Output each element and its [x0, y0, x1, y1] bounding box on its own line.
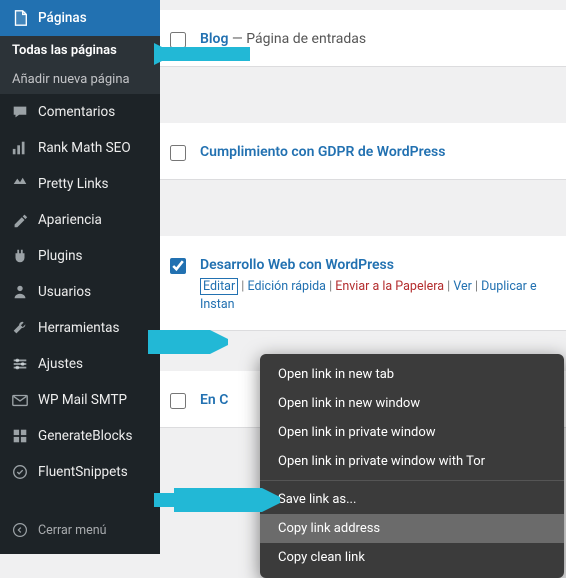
table-row: Desarrollo Web con WordPress Editar | Ed…: [160, 236, 566, 331]
menu-wpmail-label: WP Mail SMTP: [38, 392, 127, 408]
ctx-copyclean[interactable]: Copy clean link: [260, 543, 564, 572]
ctx-newtab[interactable]: Open link in new tab: [260, 360, 564, 389]
menu-plugins-label: Plugins: [38, 248, 83, 264]
action-ver[interactable]: Ver: [453, 279, 472, 294]
row-checkbox[interactable]: [170, 258, 186, 274]
annotation-arrow: [150, 488, 280, 512]
users-icon: [10, 282, 30, 302]
row-checkbox[interactable]: [170, 145, 186, 161]
menu-wpmail[interactable]: WP Mail SMTP: [0, 382, 160, 418]
mail-icon: [10, 390, 30, 410]
action-instan[interactable]: Instan: [200, 297, 235, 312]
table-row: Cumplimiento con GDPR de WordPress: [160, 123, 566, 180]
menu-ajustes[interactable]: Ajustes: [0, 346, 160, 382]
menu-herramientas[interactable]: Herramientas: [0, 310, 160, 346]
annotation-arrow: [154, 42, 254, 66]
menu-ajustes-label: Ajustes: [38, 356, 83, 372]
menu-paginas-label: Páginas: [38, 10, 87, 26]
submenu-anadir[interactable]: Añadir nueva página: [0, 65, 160, 94]
tools-icon: [10, 318, 30, 338]
plugins-icon: [10, 246, 30, 266]
row-actions: Editar | Edición rápida | Enviar a la Pa…: [200, 279, 554, 312]
submenu-paginas: Todas las páginas Añadir nueva página: [0, 36, 160, 94]
row-checkbox[interactable]: [170, 393, 186, 409]
page-title-link[interactable]: Cumplimiento con GDPR de WordPress: [200, 144, 445, 160]
menu-rankmath[interactable]: Rank Math SEO: [0, 130, 160, 166]
action-duplicar[interactable]: Duplicar e: [481, 279, 537, 294]
ctx-privatetor[interactable]: Open link in private window with Tor: [260, 447, 564, 476]
menu-prettylinks-label: Pretty Links: [38, 176, 109, 192]
page-title-link[interactable]: Desarrollo Web con WordPress: [200, 257, 394, 273]
menu-cerrar[interactable]: Cerrar menú: [0, 512, 160, 548]
menu-prettylinks[interactable]: Pretty Links: [0, 166, 160, 202]
menu-apariencia-label: Apariencia: [38, 212, 102, 228]
admin-sidebar: Páginas Todas las páginas Añadir nueva p…: [0, 0, 160, 554]
annotation-arrow: [148, 330, 228, 354]
menu-paginas[interactable]: Páginas: [0, 0, 160, 36]
menu-comentarios-label: Comentarios: [38, 104, 115, 120]
menu-generateblocks[interactable]: GenerateBlocks: [0, 418, 160, 454]
action-papelera[interactable]: Enviar a la Papelera: [335, 279, 444, 294]
ctx-private[interactable]: Open link in private window: [260, 418, 564, 447]
settings-icon: [10, 354, 30, 374]
menu-cerrar-label: Cerrar menú: [38, 523, 107, 538]
menu-rankmath-label: Rank Math SEO: [38, 140, 131, 156]
fluentsnippets-icon: [10, 462, 30, 482]
generateblocks-icon: [10, 426, 30, 446]
page-title-link[interactable]: En C: [200, 392, 228, 408]
action-rapida[interactable]: Edición rápida: [247, 279, 326, 294]
ctx-newwin[interactable]: Open link in new window: [260, 389, 564, 418]
appearance-icon: [10, 210, 30, 230]
menu-fluentsnippets[interactable]: FluentSnippets: [0, 454, 160, 490]
menu-herramientas-label: Herramientas: [38, 320, 119, 336]
menu-generateblocks-label: GenerateBlocks: [38, 428, 132, 444]
menu-plugins[interactable]: Plugins: [0, 238, 160, 274]
prettylinks-icon: [10, 174, 30, 194]
menu-comentarios[interactable]: Comentarios: [0, 94, 160, 130]
comments-icon: [10, 102, 30, 122]
menu-usuarios-label: Usuarios: [38, 284, 91, 300]
context-menu: Open link in new tab Open link in new wi…: [260, 354, 564, 578]
ctx-saveas[interactable]: Save link as...: [260, 485, 564, 514]
action-editar[interactable]: Editar: [200, 278, 238, 295]
pages-icon: [10, 8, 30, 28]
menu-apariencia[interactable]: Apariencia: [0, 202, 160, 238]
rankmath-icon: [10, 138, 30, 158]
submenu-todas[interactable]: Todas las páginas: [0, 36, 160, 65]
ctx-copyaddr[interactable]: Copy link address: [260, 514, 564, 543]
menu-fluentsnippets-label: FluentSnippets: [38, 464, 128, 480]
collapse-icon: [10, 520, 30, 540]
menu-usuarios[interactable]: Usuarios: [0, 274, 160, 310]
